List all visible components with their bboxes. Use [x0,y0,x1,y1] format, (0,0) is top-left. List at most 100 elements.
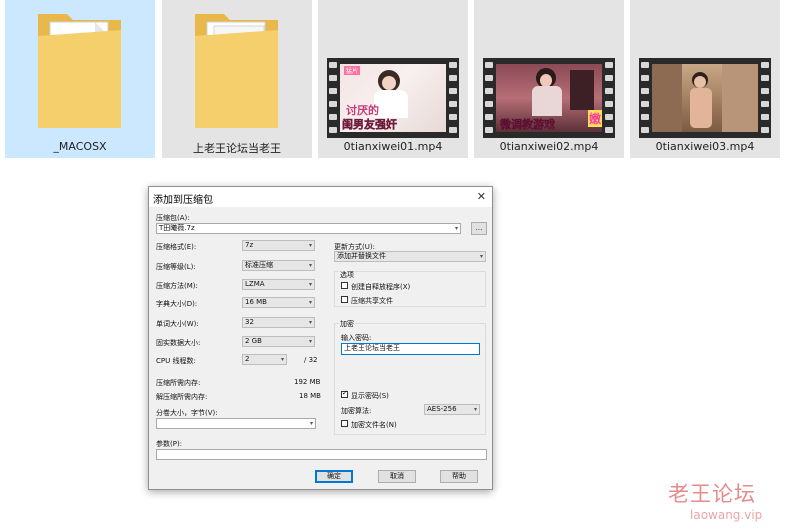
video-thumbnail: 猛片 讨厌的 闺男友强奸 [327,58,459,138]
help-button[interactable]: 帮助 [440,470,478,483]
dict-value: 16 MB [245,298,267,306]
update-select[interactable]: 添加并替换文件 ▾ [334,251,486,262]
film-sprocket [485,114,493,120]
solid-select[interactable]: 2 GB ▾ [242,336,315,347]
archive-path-value: T田曦薇.7z [159,224,195,232]
chevron-down-icon: ▾ [454,225,458,232]
chevron-down-icon: ▾ [308,242,312,249]
film-sprocket [761,101,769,107]
dialog-title: 添加到压缩包 [153,195,213,206]
cpu-value: 2 [245,355,250,363]
solid-label: 固实数据大小: [156,339,201,347]
file-name: 上老王论坛当老王 [193,142,281,155]
film-sprocket [605,101,613,107]
format-value: 7z [245,241,254,249]
film-sprocket [761,62,769,68]
watermark-domain: laowang.vip [690,508,763,522]
add-to-archive-dialog: 添加到压缩包 ✕ 压缩包(A): T田曦薇.7z ▾ ... 压缩格式(E): … [148,186,493,490]
film-sprocket [449,62,457,68]
film-sprocket [641,75,649,81]
chevron-down-icon: ▾ [308,299,312,306]
chevron-down-icon: ▾ [308,319,312,326]
film-sprocket [485,75,493,81]
file-tile-video-03[interactable]: 0tianxiwei03.mp4 [630,0,780,158]
film-sprocket [485,62,493,68]
film-sprocket [485,127,493,133]
cpu-select[interactable]: 2 ▾ [242,354,287,365]
film-sprocket [329,127,337,133]
sfx-checkbox[interactable] [341,282,348,289]
file-tile-video-01[interactable]: 猛片 讨厌的 闺男友强奸 0tianxiwei01.mp4 [318,0,468,158]
file-name: 0tianxiwei02.mp4 [499,140,599,153]
password-value: 上老王论坛当老王 [344,344,400,352]
split-label: 分卷大小，字节(V): [156,409,218,417]
show-password-checkbox[interactable] [341,389,348,398]
film-sprocket [329,88,337,94]
film-sprocket [329,75,337,81]
film-sprocket [761,75,769,81]
password-input[interactable]: 上老王论坛当老王 [341,343,480,355]
method-label: 压缩方法(M): [156,282,198,290]
film-sprocket [761,127,769,133]
chevron-down-icon: ▾ [308,338,312,345]
corner-tag: 猛片 [344,66,361,75]
watermark-logo-text: 老王论坛 [668,482,756,506]
film-sprocket [449,101,457,107]
chevron-down-icon: ▾ [479,253,483,260]
shared-label: 压缩共享文件 [351,297,393,305]
mem-decomp-label: 解压缩所需内存: [156,393,208,401]
corner-tag: 嫩 [588,110,602,127]
film-sprocket [485,88,493,94]
update-value: 添加并替换文件 [337,252,386,260]
cpu-label: CPU 线程数: [156,357,196,365]
file-tile-video-02[interactable]: 嫩 微调教游戏 0tianxiwei02.mp4 [474,0,624,158]
film-sprocket [641,114,649,120]
file-name: _MACOSX [53,140,107,153]
ok-button[interactable]: 确定 [315,470,353,483]
file-name: 0tianxiwei01.mp4 [343,140,443,153]
chevron-down-icon: ▾ [308,262,312,269]
algo-label: 加密算法: [341,407,372,415]
caption-bottom: 微调教游戏 [500,118,555,131]
sfx-label: 创建自释放程序(X) [351,283,411,291]
dialog-titlebar: 添加到压缩包 ✕ [149,187,492,207]
word-value: 32 [245,318,254,326]
algo-select[interactable]: AES-256 ▾ [424,404,480,415]
film-sprocket [641,101,649,107]
chevron-down-icon: ▾ [309,420,313,427]
word-label: 单词大小(W): [156,320,199,328]
dict-select[interactable]: 16 MB ▾ [242,297,315,308]
file-tile-folder[interactable]: 上老王论坛当老王 [162,0,312,158]
archive-path-input[interactable]: T田曦薇.7z ▾ [156,223,461,234]
film-sprocket [449,88,457,94]
film-sprocket [329,62,337,68]
format-select[interactable]: 7z ▾ [242,240,315,251]
chevron-down-icon: ▾ [473,406,477,413]
show-password-label: 显示密码(S) [351,392,389,400]
browse-button[interactable]: ... [471,222,487,235]
level-label: 压缩等级(L): [156,263,196,271]
encrypt-names-checkbox[interactable] [341,420,348,427]
shared-checkbox[interactable] [341,296,348,303]
close-icon[interactable]: ✕ [477,190,486,203]
word-select[interactable]: 32 ▾ [242,317,315,328]
film-sprocket [605,127,613,133]
film-sprocket [761,114,769,120]
method-select[interactable]: LZMA ▾ [242,279,315,290]
mem-decomp-value: 18 MB [299,392,321,400]
params-input[interactable] [156,449,487,460]
chevron-down-icon: ▾ [280,356,284,363]
solid-value: 2 GB [245,337,262,345]
mem-comp-value: 192 MB [294,378,321,386]
file-name: 0tianxiwei03.mp4 [655,140,755,153]
film-sprocket [605,75,613,81]
level-select[interactable]: 标准压缩 ▾ [242,260,315,271]
split-size-input[interactable]: ▾ [156,418,316,429]
film-sprocket [449,127,457,133]
method-value: LZMA [245,280,265,288]
cancel-button[interactable]: 取消 [378,470,416,483]
file-tile-macosx[interactable]: _MACOSX [5,0,155,158]
dict-label: 字典大小(D): [156,300,198,308]
film-sprocket [485,101,493,107]
film-sprocket [761,88,769,94]
